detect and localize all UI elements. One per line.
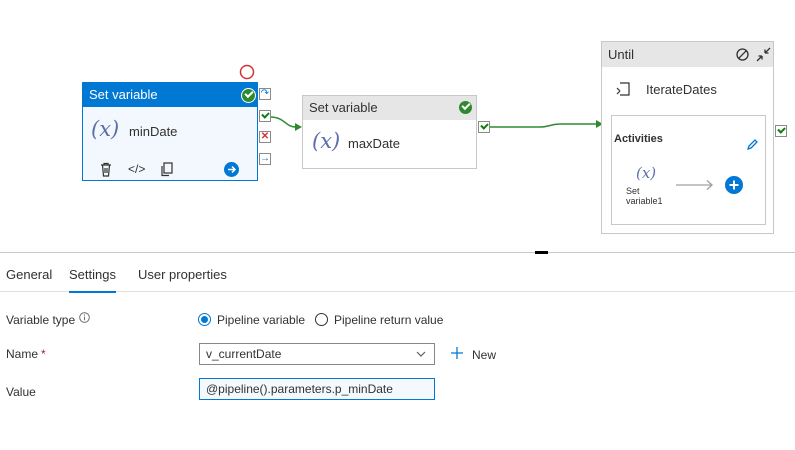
- variable-name-value: v_currentDate: [206, 347, 282, 361]
- activities-label: Activities: [614, 133, 663, 145]
- tab-general[interactable]: General: [6, 267, 52, 282]
- plus-icon[interactable]: [450, 346, 464, 360]
- activity-name: minDate: [129, 124, 178, 139]
- activity-type-label: Set variable: [309, 100, 378, 115]
- pipeline-canvas[interactable]: Set variable (x) minDate </> ↷ ✕ → Set v…: [0, 0, 795, 252]
- radio-pipeline-return-value-label[interactable]: Pipeline return value: [334, 313, 443, 327]
- activity-type-label: Set variable: [89, 87, 158, 102]
- pencil-icon[interactable]: [746, 138, 759, 151]
- disable-icon[interactable]: [736, 48, 749, 61]
- complete-port-icon[interactable]: →: [259, 153, 271, 165]
- collapse-icon[interactable]: [756, 47, 771, 62]
- properties-tabs: General Settings User properties: [0, 254, 795, 293]
- activity-header: Set variable: [303, 96, 476, 120]
- activity-name: IterateDates: [646, 82, 717, 97]
- drag-handle-circle: [239, 64, 255, 80]
- check-circle-icon: [459, 101, 472, 114]
- success-port-icon[interactable]: [478, 121, 490, 133]
- name-label: Name *: [6, 347, 46, 361]
- variable-type-label: Variable type: [6, 313, 76, 327]
- activity-minDate[interactable]: Set variable (x) minDate </>: [82, 82, 258, 181]
- code-icon[interactable]: </>: [128, 162, 145, 176]
- inner-activities-box[interactable]: Activities (x) Set variable1: [611, 115, 766, 225]
- check-circle-icon: [241, 88, 256, 103]
- activity-header: Set variable: [83, 83, 257, 107]
- tab-user-properties[interactable]: User properties: [138, 267, 227, 282]
- inner-activity-label: Set variable1: [626, 186, 663, 206]
- radio-pipeline-variable[interactable]: [198, 313, 211, 326]
- activity-maxDate[interactable]: Set variable (x) maxDate: [302, 95, 477, 169]
- variable-icon: (x): [312, 129, 341, 153]
- tab-settings[interactable]: Settings: [69, 267, 116, 293]
- arrow-right-circle-icon[interactable]: [224, 162, 239, 177]
- radio-pipeline-variable-label[interactable]: Pipeline variable: [217, 313, 305, 327]
- add-circle-icon[interactable]: [725, 176, 743, 194]
- loop-icon: [616, 82, 630, 96]
- variable-icon: (x): [636, 164, 657, 182]
- panel-divider: [0, 252, 795, 253]
- fail-port-icon[interactable]: ✕: [259, 131, 271, 143]
- inner-arrow: [676, 180, 713, 190]
- activity-name: maxDate: [348, 136, 401, 151]
- value-expression-input[interactable]: @pipeline().parameters.p_minDate: [199, 378, 435, 400]
- variable-name-dropdown[interactable]: v_currentDate: [199, 343, 435, 365]
- activity-type-label: Until: [608, 47, 635, 62]
- activity-until[interactable]: Until IterateDates Activities (x) Set va…: [601, 41, 774, 234]
- chevron-down-icon: [416, 351, 426, 357]
- required-mark: *: [41, 347, 46, 361]
- success-port-icon[interactable]: [259, 110, 271, 122]
- info-icon[interactable]: [79, 312, 90, 323]
- delete-icon[interactable]: [99, 162, 113, 177]
- value-label: Value: [6, 385, 36, 399]
- new-variable-button[interactable]: New: [472, 348, 496, 362]
- skip-port-icon[interactable]: ↷: [259, 88, 271, 100]
- value-expression-text: @pipeline().parameters.p_minDate: [206, 382, 393, 396]
- variable-icon: (x): [91, 117, 120, 141]
- name-label-text: Name: [6, 347, 39, 361]
- radio-pipeline-return-value[interactable]: [315, 313, 328, 326]
- copy-icon[interactable]: [160, 162, 174, 177]
- success-port-icon[interactable]: [775, 125, 787, 137]
